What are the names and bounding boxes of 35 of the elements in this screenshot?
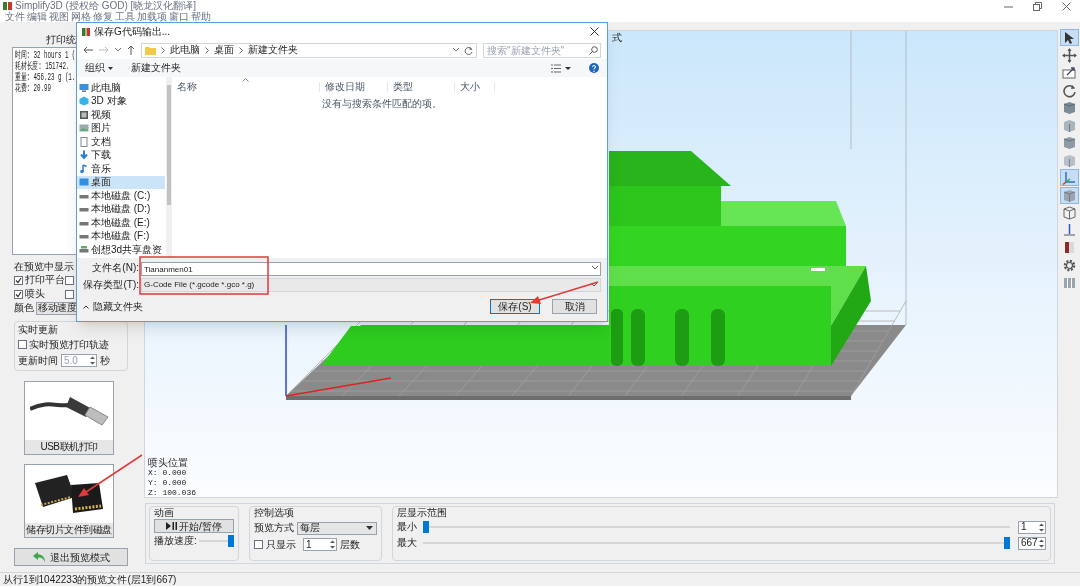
button-label: 储存切片文件到磁盘: [25, 523, 113, 537]
window-title: Simplify3D (授权给 GOD) [晓龙汉化翻译]: [15, 1, 197, 11]
field-label: 播放速度:: [154, 536, 197, 546]
statistics-line: 花费: 20.99: [15, 83, 51, 94]
statistics-line: 耗材长度: 151742.: [15, 61, 70, 72]
view-title: 式: [612, 33, 622, 43]
unit-label: 层数: [340, 539, 360, 550]
checkbox-label: 实时预览打印轨迹: [29, 339, 109, 350]
statistics-line: 重量: 456.23 g (1.: [15, 72, 76, 83]
coordinate-text: X: 0.000: [148, 468, 188, 478]
field-label: 更新时间: [18, 355, 58, 366]
section-title: 控制选项: [254, 507, 295, 519]
field-label: 最小: [397, 522, 418, 532]
dialog-title: 保存G代码输出...: [94, 26, 171, 37]
section-title: 层显示范围: [397, 507, 448, 519]
field-label: 颜色: [14, 303, 34, 313]
empty-message: 没有与搜索条件匹配的项。: [322, 99, 443, 109]
panel-title: 打印统: [46, 34, 76, 46]
section-title: 动画: [154, 507, 175, 519]
checkbox-label: 只显示: [266, 539, 296, 550]
nozzle-position-title: 喷头位置: [148, 457, 189, 468]
field-label: 文件名(N):: [91, 262, 140, 273]
field-label: 保存类型(T):: [82, 279, 140, 290]
checkbox-label: 喷头: [25, 289, 45, 299]
checkbox-label: 打印平台: [25, 275, 65, 285]
statistics-line: 时间: 32 hours 1 (: [15, 50, 76, 61]
button-label: USB联机打印: [25, 440, 113, 454]
status-bar: 从行1到1042233的预览文件(层1到667): [0, 572, 1080, 586]
field-label: 预览方式: [254, 523, 294, 533]
section-title: 实时更新: [18, 324, 59, 336]
unit-label: 秒: [100, 355, 110, 366]
coordinate-text: Y: 0.000: [148, 478, 188, 488]
field-label: 最大: [397, 538, 418, 548]
coordinate-text: Z: 100.036: [148, 488, 196, 497]
section-title: 在预览中显示: [14, 261, 74, 273]
